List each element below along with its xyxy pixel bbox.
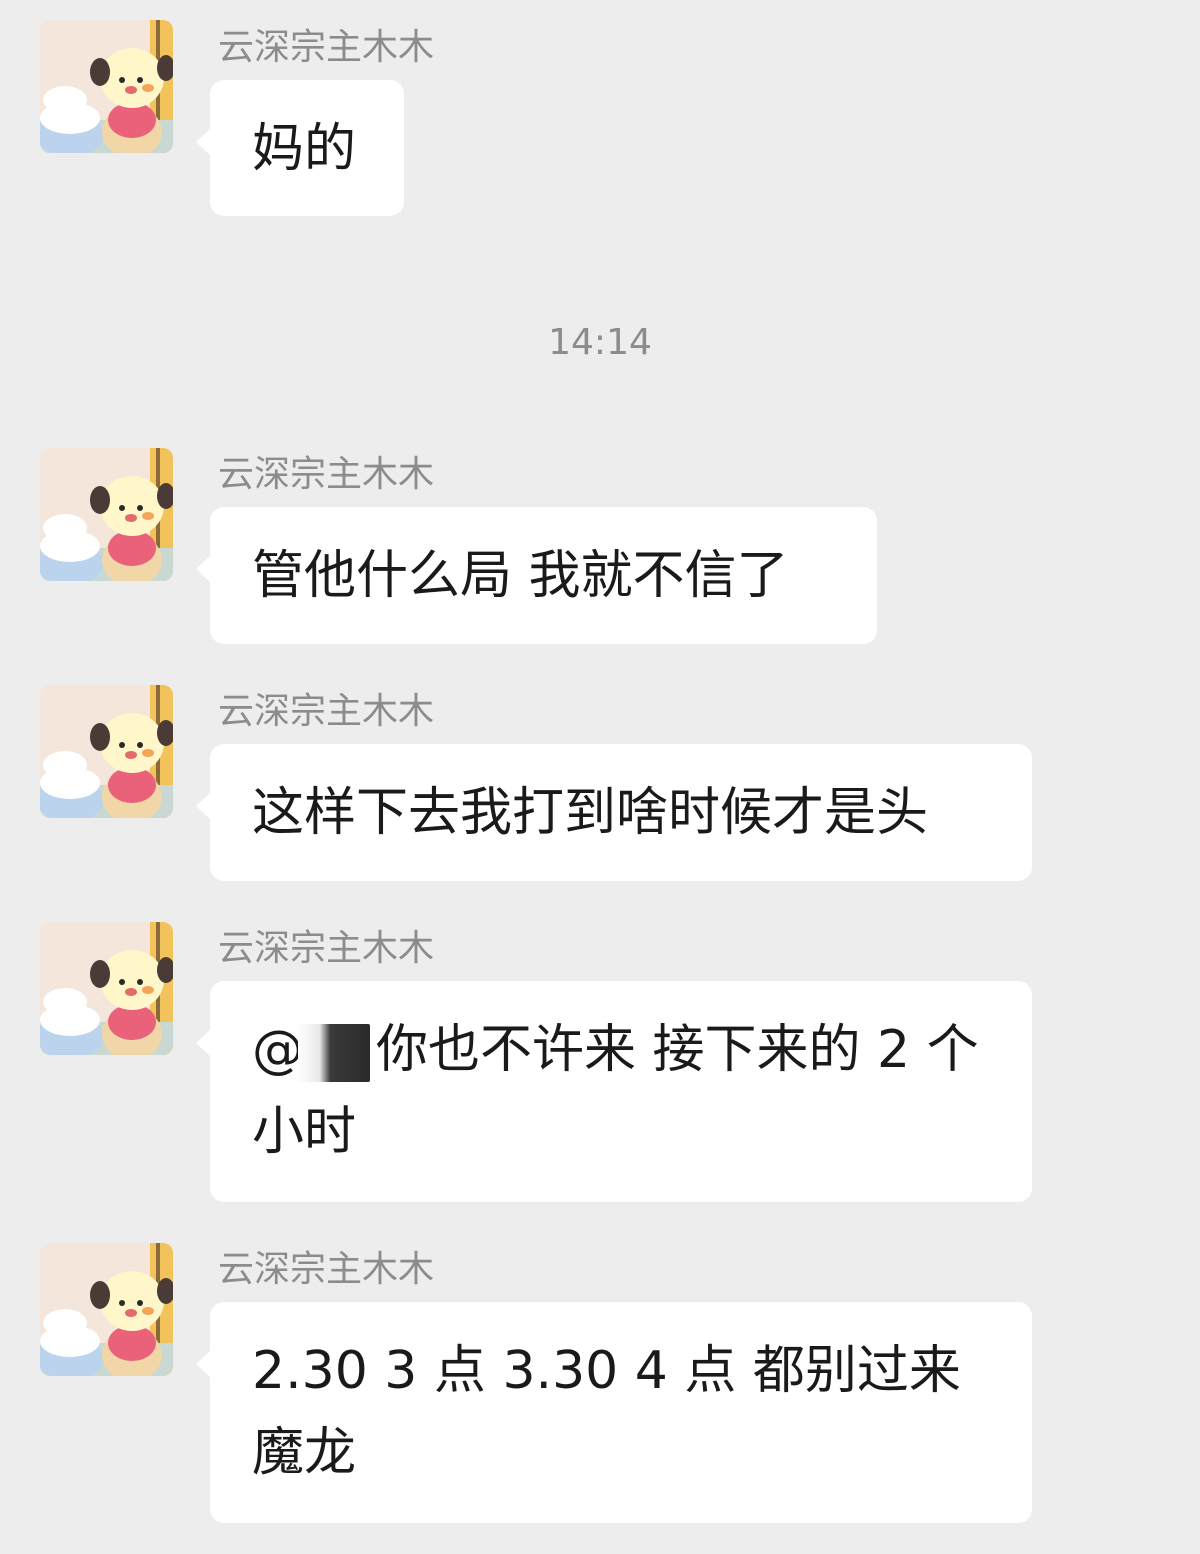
avatar-image (40, 20, 173, 153)
message-text: 妈的 (252, 119, 357, 179)
message-text: 管他什么局 我就不信了 (252, 546, 789, 606)
sender-name: 云深宗主木木 (218, 454, 435, 495)
message-text: 这样下去我打到啥时候才是头 (252, 783, 929, 843)
message-bubble[interactable]: 这样下去我打到啥时候才是头 (196, 744, 1032, 881)
message-bubble[interactable]: @ 你也不许来 接下来的 2 个小时 (196, 981, 1032, 1202)
sender-name: 云深宗主木木 (218, 691, 435, 732)
avatar-image (40, 685, 173, 818)
avatar[interactable] (40, 448, 173, 581)
sender-name: 云深宗主木木 (218, 27, 435, 68)
avatar[interactable] (40, 922, 173, 1055)
avatar[interactable] (40, 685, 173, 818)
avatar-image (40, 1243, 173, 1376)
avatar[interactable] (40, 1243, 173, 1376)
redacted-name (298, 1024, 370, 1082)
message-text: 2.30 3 点 3.30 4 点 都别过来 魔龙 (252, 1341, 961, 1483)
mention-tag[interactable]: @ (252, 1020, 304, 1080)
sender-name: 云深宗主木木 (218, 1249, 435, 1290)
message-bubble[interactable]: 2.30 3 点 3.30 4 点 都别过来 魔龙 (196, 1302, 1032, 1523)
message-bubble[interactable]: 管他什么局 我就不信了 (196, 507, 877, 644)
avatar-image (40, 448, 173, 581)
message-bubble[interactable]: 妈的 (196, 80, 404, 216)
sender-name: 云深宗主木木 (218, 928, 435, 969)
time-divider: 14:14 (548, 322, 652, 363)
avatar-image (40, 922, 173, 1055)
avatar[interactable] (40, 20, 173, 153)
